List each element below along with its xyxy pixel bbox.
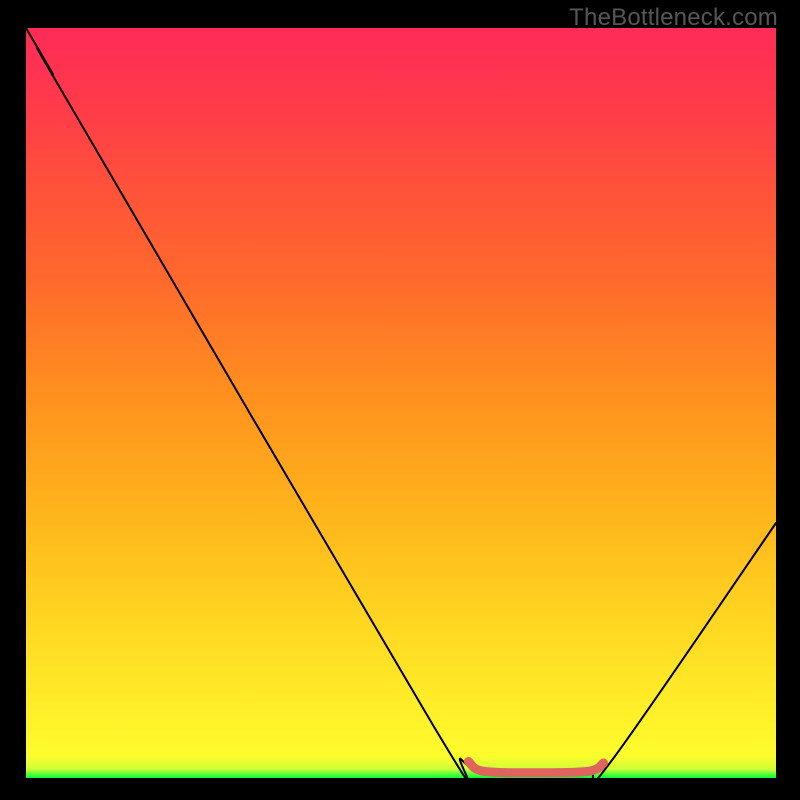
chart-canvas (0, 0, 800, 800)
watermark-text: TheBottleneck.com (569, 4, 778, 32)
chart-frame: TheBottleneck.com (0, 0, 800, 800)
plot-background (26, 28, 776, 778)
